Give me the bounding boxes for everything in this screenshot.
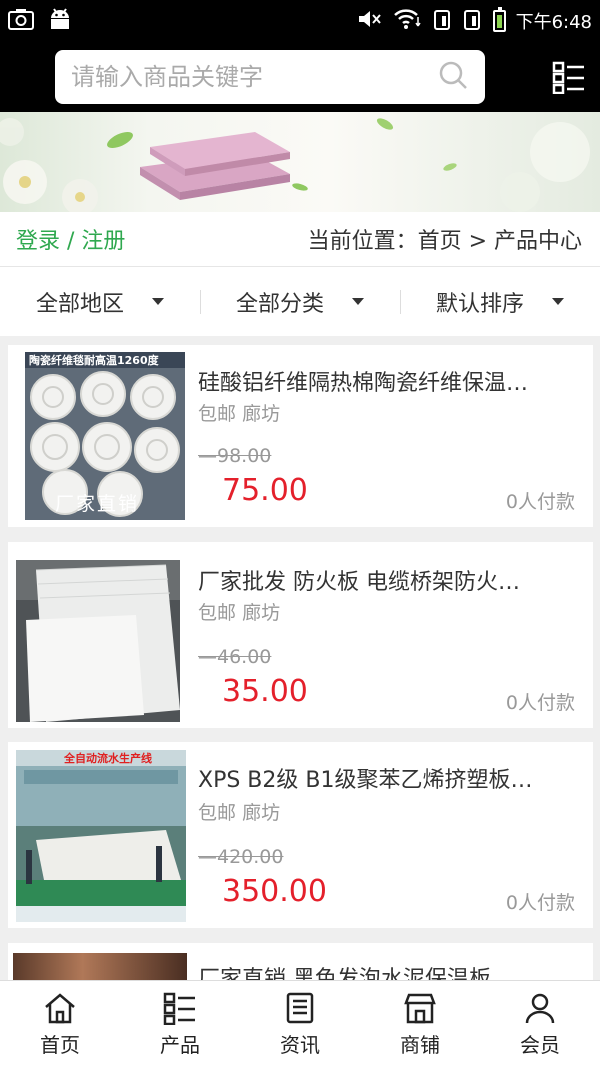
- home-icon: [45, 992, 75, 1023]
- promo-banner[interactable]: [0, 112, 600, 212]
- product-image: 陶瓷纤维毯耐高温1260度 厂家直销: [25, 352, 185, 520]
- product-price: 75.00: [222, 473, 308, 508]
- breadcrumb: 当前位置：首页 > 产品中心: [307, 229, 582, 254]
- product-card[interactable]: 陶瓷纤维毯耐高温1260度 厂家直销 硅酸铝纤维隔热棉陶瓷纤维保温… 包邮 廊坊…: [8, 345, 593, 527]
- mute-icon: [357, 8, 383, 35]
- nav-store[interactable]: 商铺: [360, 981, 480, 1067]
- product-image: 全自动流水生产线: [16, 750, 186, 922]
- product-title[interactable]: XPS B2级 B1级聚苯乙烯挤塑板…: [198, 762, 532, 794]
- signal-1-icon: [433, 8, 453, 35]
- buyers-count: 0人付款: [505, 491, 575, 513]
- nav-products-label: 产品: [160, 1032, 200, 1057]
- image-caption-top: 全自动流水生产线: [64, 752, 152, 765]
- product-grid-icon: [163, 992, 195, 1025]
- nav-store-label: 商铺: [400, 1032, 440, 1057]
- battery-icon: [492, 7, 506, 32]
- shipping-label: 包邮: [198, 403, 237, 425]
- nav-home-label: 首页: [40, 1032, 80, 1057]
- caret-down-icon: [152, 298, 164, 305]
- camera-icon: [8, 8, 34, 34]
- login-register-link[interactable]: 登录 / 注册: [16, 223, 125, 255]
- status-bar: 下午6:48: [0, 0, 600, 42]
- nav-member[interactable]: 会员: [480, 981, 600, 1067]
- breadcrumb-row: 登录 / 注册 当前位置：首页 > 产品中心: [0, 212, 600, 266]
- filter-sort-dropdown[interactable]: 默认排序: [400, 286, 600, 318]
- buyers-count: 0人付款: [505, 892, 575, 914]
- android-icon: [48, 8, 72, 34]
- product-card[interactable]: 厂家批发 防火板 电缆桥架防火… 包邮 廊坊 —46.00 35.00 0人付款: [8, 542, 593, 728]
- user-icon: [525, 993, 555, 1023]
- caret-down-icon: [352, 298, 364, 305]
- location-label: 廊坊: [242, 602, 281, 624]
- product-card[interactable]: 全自动流水生产线 XPS B2级 B1级聚苯乙烯挤塑板… 包邮 廊坊 —420.…: [8, 742, 593, 928]
- product-image: [13, 953, 187, 980]
- buyers-count: 0人付款: [505, 692, 575, 714]
- product-shipping-location: 包邮 廊坊: [198, 798, 280, 825]
- location-label: 廊坊: [242, 802, 281, 824]
- bottom-nav: 首页 产品 资讯 商铺 会员: [0, 980, 600, 1067]
- filter-sort-label: 默认排序: [435, 291, 524, 317]
- original-price-value: 420.00: [217, 846, 284, 868]
- nav-home[interactable]: 首页: [0, 981, 120, 1067]
- original-price-value: 98.00: [217, 445, 272, 467]
- filter-region-dropdown[interactable]: 全部地区: [0, 286, 200, 318]
- location-label: 廊坊: [242, 403, 281, 425]
- original-price: —46.00: [198, 646, 272, 668]
- product-title[interactable]: 厂家批发 防火板 电缆桥架防火…: [198, 564, 520, 596]
- search-box[interactable]: [55, 50, 485, 104]
- search-icon[interactable]: [437, 59, 469, 95]
- search-input[interactable]: [71, 63, 437, 91]
- filter-category-dropdown[interactable]: 全部分类: [200, 286, 400, 318]
- status-time: 下午6:48: [515, 12, 592, 33]
- nav-news[interactable]: 资讯: [240, 981, 360, 1067]
- filter-region-label: 全部地区: [35, 291, 124, 317]
- filter-category-label: 全部分类: [235, 291, 324, 317]
- signal-2-icon: [463, 8, 483, 35]
- product-price: 35.00: [222, 674, 308, 709]
- image-caption-bottom: 厂家直销: [55, 493, 140, 515]
- nav-products[interactable]: 产品: [120, 981, 240, 1067]
- original-price-value: 46.00: [217, 646, 272, 668]
- product-title[interactable]: 硅酸铝纤维隔热棉陶瓷纤维保温…: [198, 365, 528, 397]
- product-card[interactable]: 厂家直销 黑色发泡水泥保温板 …: [8, 943, 593, 980]
- banner-image: [0, 118, 590, 212]
- store-icon: [404, 993, 436, 1023]
- filter-bar: 全部地区 全部分类 默认排序: [0, 266, 600, 336]
- caret-down-icon: [552, 298, 564, 305]
- product-shipping-location: 包邮 廊坊: [198, 598, 280, 625]
- shipping-label: 包邮: [198, 802, 237, 824]
- header-bar: [0, 42, 600, 112]
- original-price: —98.00: [198, 445, 272, 467]
- news-icon: [286, 992, 314, 1023]
- original-price: —420.00: [198, 846, 284, 868]
- product-title[interactable]: 厂家直销 黑色发泡水泥保温板 …: [198, 961, 520, 980]
- product-shipping-location: 包邮 廊坊: [198, 399, 280, 426]
- nav-news-label: 资讯: [280, 1032, 320, 1057]
- menu-list-icon[interactable]: [552, 60, 586, 95]
- nav-member-label: 会员: [520, 1032, 560, 1057]
- wifi-icon: [393, 8, 423, 35]
- product-image: [16, 560, 180, 722]
- product-price: 350.00: [222, 874, 327, 909]
- image-caption-top: 陶瓷纤维毯耐高温1260度: [29, 354, 159, 367]
- shipping-label: 包邮: [198, 602, 237, 624]
